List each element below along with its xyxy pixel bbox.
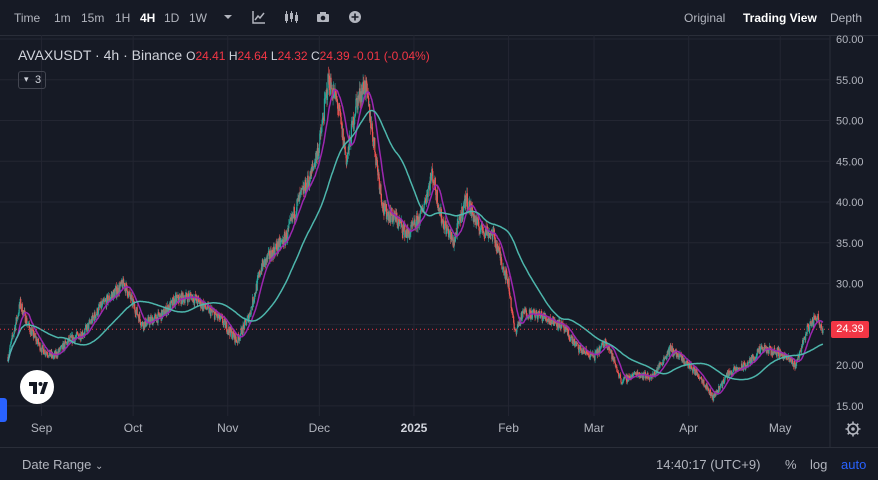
candle-body (88, 321, 90, 330)
candle-body (803, 339, 805, 344)
candle-body (620, 378, 622, 383)
candle-body (125, 283, 128, 286)
candle-body (697, 374, 699, 377)
auto-toggle[interactable]: auto (841, 457, 866, 472)
date-range-button[interactable]: Date Range ⌄ (22, 457, 103, 472)
ma-slow-line (7, 109, 824, 381)
percent-toggle[interactable]: % (785, 457, 797, 472)
y-tick-label: 40.00 (836, 197, 864, 209)
legend-exchange: Binance (131, 47, 183, 63)
candle-body (344, 146, 346, 153)
candle-body (9, 345, 11, 350)
low-value: 24.32 (277, 49, 308, 63)
low-label: L (270, 49, 278, 63)
candle-body (506, 273, 508, 279)
indicator-count: 3 (35, 74, 42, 86)
close-value: 24.39 (319, 49, 350, 63)
date-range-label: Date Range (22, 457, 92, 472)
candle-body (97, 306, 100, 314)
high-label: H (228, 49, 238, 63)
candle-body (822, 328, 824, 334)
candle-body (427, 188, 429, 198)
candle-body (102, 301, 104, 306)
candle-body (466, 193, 468, 210)
candle-body (510, 296, 512, 298)
x-tick-label: May (769, 421, 792, 435)
candle-body (747, 363, 749, 366)
ma-fast-line (7, 88, 824, 395)
candle-body (471, 207, 474, 214)
candle-body (380, 184, 382, 194)
x-tick-label: 2025 (401, 421, 428, 435)
candle-body (510, 297, 512, 308)
candle-body (609, 348, 611, 351)
legend-interval: 4h (103, 47, 120, 63)
y-tick-label: 35.00 (836, 238, 864, 250)
x-tick-label: Oct (124, 421, 143, 435)
y-tick-label: 20.00 (836, 360, 864, 372)
candle-body (577, 343, 579, 345)
candle-body (340, 117, 342, 124)
x-tick-label: Apr (679, 421, 698, 435)
candle-body (380, 193, 382, 203)
x-tick-label: Mar (584, 421, 605, 435)
candle-body (214, 313, 216, 320)
open-value: 24.41 (195, 49, 226, 63)
chart-settings-icon[interactable] (845, 421, 861, 437)
candle-body (42, 345, 44, 349)
bottom-bar: Date Range ⌄ 14:40:17 (UTC+9) % log auto (0, 447, 878, 480)
candle-body (245, 322, 248, 326)
log-toggle[interactable]: log (810, 457, 827, 472)
close-label: C (310, 49, 320, 63)
y-tick-label: 50.00 (836, 116, 864, 128)
indicators-toggle[interactable]: ▾ 3 (18, 71, 46, 89)
candle-body (345, 152, 347, 156)
y-tick-label: 30.00 (836, 279, 864, 291)
candlestick-series (7, 66, 824, 403)
tradingview-logo-icon[interactable] (20, 370, 54, 404)
candle-body (95, 315, 97, 319)
candle-body (463, 202, 465, 210)
symbol-name: AVAXUSDT (18, 47, 92, 63)
x-tick-label: Dec (309, 421, 330, 435)
candle-body (707, 386, 709, 389)
last-price-label: 24.39 (831, 320, 869, 338)
price-chart[interactable]: 60.0055.0050.0045.0040.0035.0030.0025.00… (0, 0, 878, 447)
chart-legend: AVAXUSDT · 4h · Binance O24.41 H24.64 L2… (18, 47, 430, 63)
candle-body (326, 94, 329, 100)
chevron-down-icon: ⌄ (95, 461, 104, 472)
x-axis: Sep Oct Nov Dec 2025 Feb Mar Apr May (31, 421, 792, 435)
y-tick-label: 45.00 (836, 156, 864, 168)
candle-body (139, 314, 141, 320)
candle-body (136, 307, 138, 315)
candle-body (250, 306, 252, 315)
clock-time: 14:40:17 (UTC+9) (656, 457, 761, 472)
y-tick-label: 60.00 (836, 34, 864, 46)
candle-body (288, 224, 290, 229)
sidebar-toggle-handle[interactable] (0, 398, 7, 422)
candle-body (374, 137, 376, 153)
y-tick-label: 55.00 (836, 75, 864, 87)
x-tick-label: Feb (498, 421, 519, 435)
candle-body (619, 374, 622, 379)
candle-body (432, 171, 434, 183)
candle-body (390, 215, 392, 223)
change-percent: (-0.04%) (383, 49, 430, 63)
y-axis: 60.0055.0050.0045.0040.0035.0030.0025.00… (836, 34, 864, 413)
y-tick-label: 15.00 (836, 401, 864, 413)
change-value: -0.01 (352, 49, 381, 63)
chevron-down-icon: ▾ (24, 74, 29, 84)
high-value: 24.64 (237, 49, 268, 63)
x-tick-label: Sep (31, 421, 53, 435)
x-tick-label: Nov (217, 421, 238, 435)
